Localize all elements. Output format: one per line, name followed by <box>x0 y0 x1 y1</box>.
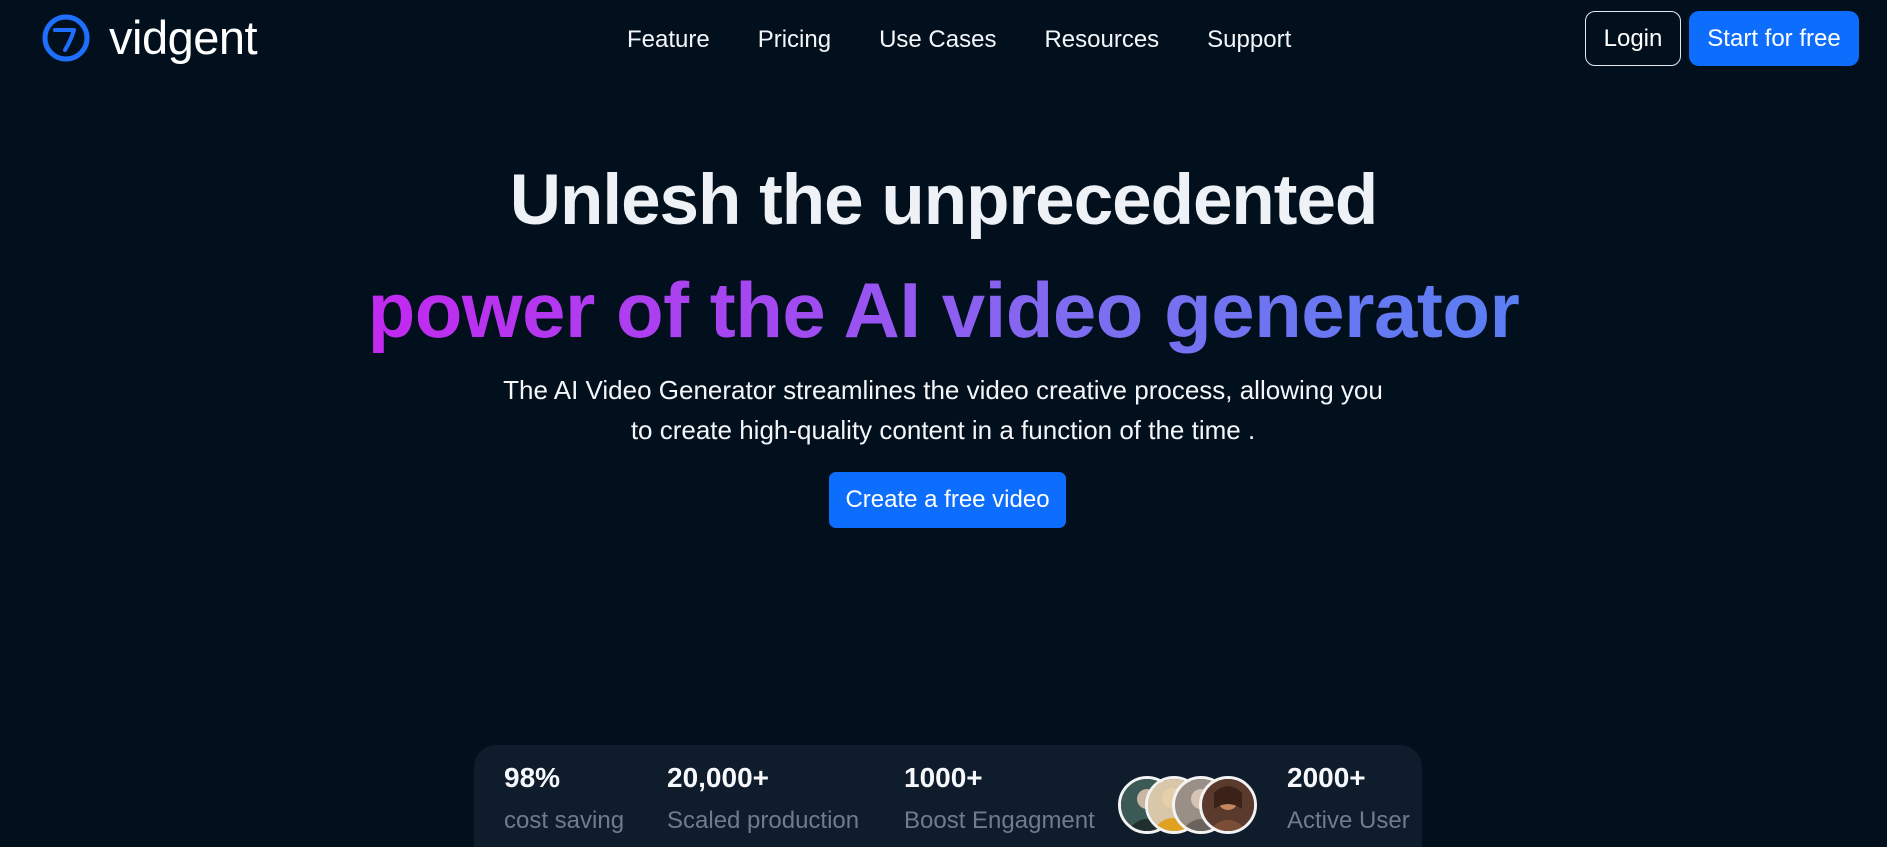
main-nav: Feature Pricing Use Cases Resources Supp… <box>627 24 1291 56</box>
nav-link-use-cases[interactable]: Use Cases <box>879 24 996 56</box>
stat-cost-saving: 98% cost saving <box>504 760 624 836</box>
stat-value: 1000+ <box>904 762 983 793</box>
hero-subtitle-line1: The AI Video Generator streamlines the v… <box>503 375 1383 405</box>
stat-label: Boost Engagment <box>904 807 1095 834</box>
stat-label: Scaled production <box>667 807 860 834</box>
stats-panel: 98% cost saving 20,000+ Scaled productio… <box>474 745 1422 847</box>
create-free-video-button[interactable]: Create a free video <box>829 472 1066 528</box>
user-avatar-stack <box>1118 776 1258 838</box>
nav-link-support[interactable]: Support <box>1207 24 1291 56</box>
stat-value: 20,000+ <box>667 762 769 793</box>
circle-seven-logo-icon <box>42 14 90 62</box>
hero-title-line1: Unlesh the unprecedented <box>509 161 1379 240</box>
nav-link-feature[interactable]: Feature <box>627 24 710 56</box>
nav-link-pricing[interactable]: Pricing <box>758 24 831 56</box>
nav-link-resources[interactable]: Resources <box>1044 24 1159 56</box>
stat-label: cost saving <box>504 807 625 834</box>
avatar <box>1199 776 1257 834</box>
stat-scaled-production: 20,000+ Scaled production <box>667 760 859 836</box>
hero-subtitle: The AI Video Generator streamlines the v… <box>443 370 1443 450</box>
brand-logo-link[interactable]: vidgent <box>41 11 258 64</box>
brand-name: vidgent <box>109 11 258 64</box>
hero-subtitle-line2: to create high-quality content in a func… <box>630 415 1256 445</box>
top-navbar: vidgent Feature Pricing Use Cases Resour… <box>0 0 1887 82</box>
stat-boost-engagement: 1000+ Boost Engagment <box>904 760 1095 836</box>
stat-active-user: 2000+ Active User <box>1287 760 1410 836</box>
hero-title-line2: power of the AI video generator <box>0 267 1887 353</box>
stat-value: 2000+ <box>1287 762 1366 793</box>
stat-label: Active User <box>1287 807 1410 834</box>
login-button[interactable]: Login <box>1585 11 1681 66</box>
hero-title-gradient-text: power of the AI video generator <box>367 266 1520 354</box>
start-for-free-button[interactable]: Start for free <box>1689 11 1859 66</box>
stat-value: 98% <box>504 762 561 793</box>
user-photo-icon <box>1202 779 1254 831</box>
